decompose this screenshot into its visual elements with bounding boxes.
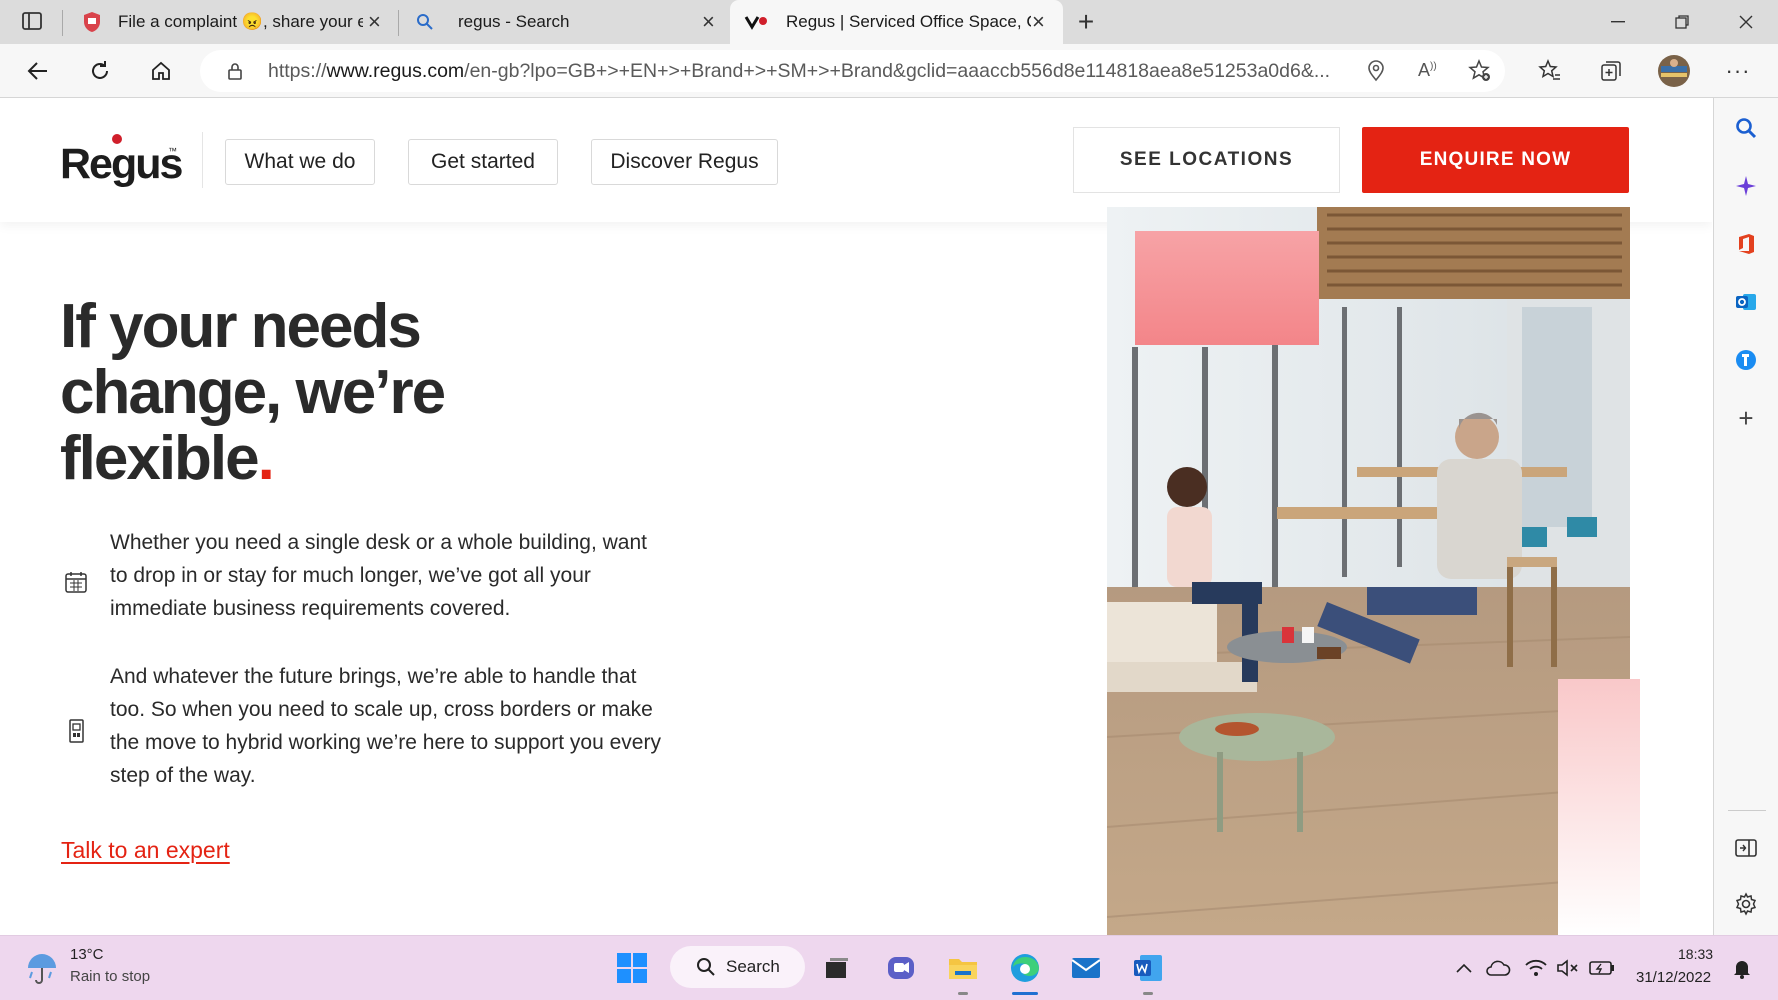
location-pin-icon[interactable]: [1365, 60, 1387, 82]
feature-text: And whatever the future brings, we’re ab…: [110, 665, 661, 787]
favorites-icon[interactable]: [1530, 52, 1570, 90]
browser-tab-bar: File a complaint 😠, share your e × regus…: [0, 0, 1778, 44]
logo-dot: [112, 134, 122, 144]
headline-line: change, we’re: [60, 358, 446, 427]
decor-pink-strip: [1558, 679, 1640, 935]
refresh-icon[interactable]: [80, 52, 120, 90]
url-scheme: https://: [268, 60, 327, 82]
edge-browser-icon[interactable]: [1003, 946, 1047, 990]
shield-icon: [82, 11, 102, 33]
hide-sidebar-icon[interactable]: [1726, 828, 1766, 868]
web-page: Regus ™ What we do Get started Discover …: [0, 98, 1712, 935]
close-tab-icon[interactable]: ×: [368, 11, 381, 33]
talk-to-expert-link[interactable]: Talk to an expert: [61, 837, 230, 864]
running-indicator: [1143, 992, 1153, 995]
logo-text: Regus: [60, 140, 183, 188]
url-text[interactable]: https://www.regus.com/en-gb?lpo=GB+>+EN+…: [268, 50, 1348, 92]
notifications-icon[interactable]: [1720, 946, 1764, 990]
hero-image-group: [1100, 207, 1640, 935]
hero-headline: If your needs change, we’re flexible.: [60, 294, 620, 492]
add-sidebar-app-icon[interactable]: +: [1726, 398, 1766, 438]
url-host: www.regus.com: [326, 60, 465, 82]
feature-item: And whatever the future brings, we’re ab…: [60, 660, 661, 800]
url-path: /en-gb?lpo=GB+>+EN+>+Brand+>+SM+>+Brand&…: [464, 60, 1331, 82]
tab-regus-active[interactable]: Regus | Serviced Office Space, Co ×: [730, 0, 1063, 44]
regus-logo[interactable]: Regus ™: [60, 132, 183, 192]
new-tab-icon[interactable]: +: [1056, 0, 1116, 44]
tab-title: File a complaint 😠, share your e: [118, 12, 363, 31]
header-divider: [202, 132, 203, 188]
edge-sidebar: +: [1713, 98, 1778, 935]
clock-date[interactable]: 31/12/2022: [1636, 969, 1711, 986]
settings-gear-icon[interactable]: [1726, 884, 1766, 924]
office-icon[interactable]: [1726, 224, 1766, 264]
outlook-icon[interactable]: [1726, 282, 1766, 322]
calendar-icon: [64, 570, 90, 596]
sidebar-divider: [1728, 810, 1766, 811]
decor-pink-block: [1135, 231, 1319, 345]
see-locations-button[interactable]: SEE LOCATIONS: [1073, 127, 1340, 193]
search-icon: [416, 13, 434, 31]
close-tab-icon[interactable]: ×: [1032, 11, 1045, 33]
weather-rain-icon[interactable]: [20, 946, 64, 990]
taskbar-search-box[interactable]: Search: [670, 946, 805, 988]
tab-regus-search[interactable]: regus - Search ×: [404, 0, 730, 44]
browser-toolbar: https://www.regus.com/en-gb?lpo=GB+>+EN+…: [0, 44, 1778, 98]
address-bar[interactable]: https://www.regus.com/en-gb?lpo=GB+>+EN+…: [200, 50, 1505, 92]
read-aloud-icon[interactable]: A)): [1418, 60, 1442, 82]
clock-time[interactable]: 18:33: [1678, 946, 1713, 962]
headline-line-last: flexible.: [60, 426, 620, 492]
back-icon[interactable]: [18, 52, 58, 90]
more-options-icon[interactable]: ···: [1718, 52, 1758, 90]
weather-description[interactable]: Rain to stop: [70, 968, 150, 985]
building-icon: [64, 718, 90, 744]
enquire-now-button[interactable]: ENQUIRE NOW: [1362, 127, 1629, 193]
feature-text: Whether you need a single desk or a whol…: [110, 531, 647, 620]
minimize-icon[interactable]: [1588, 0, 1648, 44]
nav-what-we-do[interactable]: What we do: [225, 139, 375, 185]
word-icon[interactable]: [1126, 946, 1170, 990]
home-icon[interactable]: [141, 52, 181, 90]
logo-trademark: ™: [168, 146, 177, 156]
active-indicator: [1012, 992, 1038, 995]
battery-icon[interactable]: [1580, 946, 1624, 990]
close-tab-icon[interactable]: ×: [702, 11, 715, 33]
running-indicator: [958, 992, 968, 995]
tab-title: regus - Search: [458, 12, 570, 31]
tab-separator: [398, 10, 399, 36]
search-icon: [696, 957, 716, 977]
site-header: Regus ™ What we do Get started Discover …: [0, 98, 1712, 222]
copilot-sparkle-icon[interactable]: [1726, 166, 1766, 206]
taskbar-search-label: Search: [726, 957, 780, 976]
weather-temperature[interactable]: 13°C: [70, 946, 104, 963]
add-favorite-icon[interactable]: [1468, 59, 1492, 83]
collections-icon[interactable]: [1591, 52, 1631, 90]
tab-actions-icon[interactable]: [12, 2, 52, 40]
nav-get-started[interactable]: Get started: [408, 139, 558, 185]
messenger-icon[interactable]: [1726, 340, 1766, 380]
feature-item: Whether you need a single desk or a whol…: [60, 526, 660, 626]
nav-discover-regus[interactable]: Discover Regus: [591, 139, 778, 185]
tab-separator: [62, 10, 63, 36]
headline-line: If your needs: [60, 292, 422, 361]
headline-red-dot: .: [257, 424, 275, 493]
close-window-icon[interactable]: [1716, 0, 1776, 44]
search-icon[interactable]: [1726, 108, 1766, 148]
task-view-icon[interactable]: [815, 946, 859, 990]
teams-chat-icon[interactable]: [879, 946, 923, 990]
tab-complaint[interactable]: File a complaint 😠, share your e ×: [70, 0, 398, 44]
windows-start-icon[interactable]: [610, 946, 654, 990]
restore-icon[interactable]: [1652, 0, 1712, 44]
tab-title: Regus | Serviced Office Space, Co: [786, 12, 1031, 31]
mail-icon[interactable]: [1064, 946, 1108, 990]
file-explorer-icon[interactable]: [941, 946, 985, 990]
regus-favicon-icon: [744, 13, 768, 31]
windows-taskbar: 13°C Rain to stop Search 18:33 31/12/202…: [0, 935, 1778, 1000]
lock-icon[interactable]: [225, 61, 245, 81]
profile-avatar[interactable]: [1654, 52, 1694, 90]
headline-line-text: flexible: [60, 424, 260, 493]
